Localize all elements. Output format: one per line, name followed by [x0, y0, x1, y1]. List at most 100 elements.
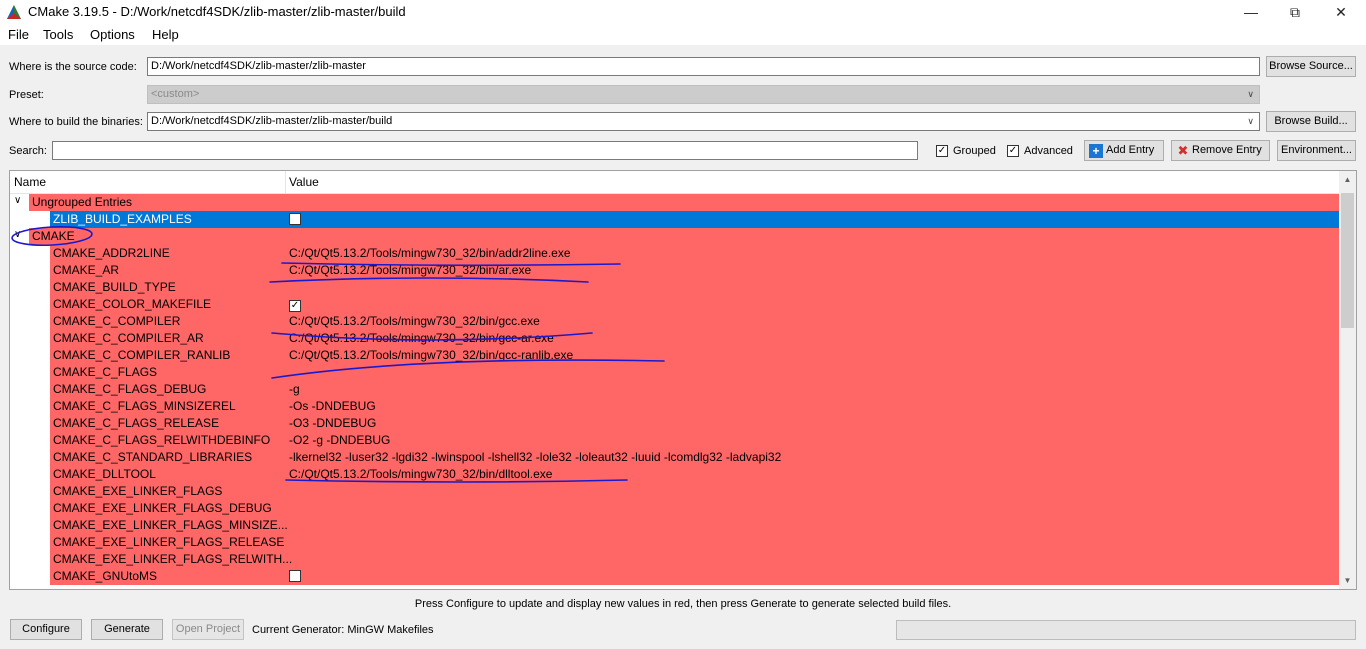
- grouped-checkbox[interactable]: ✓: [936, 145, 948, 157]
- entry-value[interactable]: C:/Qt/Qt5.13.2/Tools/mingw730_32/bin/ar.…: [289, 263, 531, 277]
- minimize-button[interactable]: —: [1228, 0, 1274, 24]
- table-row[interactable]: CMAKE_BUILD_TYPE: [10, 279, 1339, 296]
- menu-options[interactable]: Options: [90, 27, 135, 42]
- table-row[interactable]: CMAKE_C_COMPILER_RANLIB C:/Qt/Qt5.13.2/To…: [10, 347, 1339, 364]
- group-row[interactable]: ∨ CMAKE: [10, 228, 1339, 245]
- restore-button[interactable]: ⧉: [1272, 0, 1318, 24]
- source-path-input[interactable]: D:/Work/netcdf4SDK/zlib-master/zlib-mast…: [147, 57, 1260, 76]
- entry-value-checkbox[interactable]: [289, 212, 301, 228]
- entry-value[interactable]: -lkernel32 -luser32 -lgdi32 -lwinspool -…: [289, 450, 781, 464]
- table-row[interactable]: CMAKE_C_COMPILER C:/Qt/Qt5.13.2/Tools/min…: [10, 313, 1339, 330]
- column-value-header[interactable]: Value: [289, 175, 319, 189]
- entry-name: CMAKE_EXE_LINKER_FLAGS_MINSIZE...: [53, 518, 288, 532]
- column-name-header[interactable]: Name: [14, 175, 46, 189]
- table-row[interactable]: CMAKE_C_FLAGS_RELEASE -O3 -DNDEBUG: [10, 415, 1339, 432]
- browse-build-button[interactable]: Browse Build...: [1266, 111, 1356, 132]
- row-highlight: [50, 568, 1339, 585]
- entry-value-checkbox[interactable]: [289, 569, 301, 585]
- entry-value[interactable]: C:/Qt/Qt5.13.2/Tools/mingw730_32/bin/gcc…: [289, 348, 573, 362]
- generate-button[interactable]: Generate: [91, 619, 163, 640]
- unchecked-checkbox-icon[interactable]: [289, 213, 301, 225]
- preset-value: <custom>: [151, 88, 200, 100]
- status-message: Press Configure to update and display ne…: [414, 598, 952, 610]
- entry-name: ZLIB_BUILD_EXAMPLES: [53, 212, 192, 226]
- table-row[interactable]: CMAKE_EXE_LINKER_FLAGS_MINSIZE...: [10, 517, 1339, 534]
- entry-value[interactable]: C:/Qt/Qt5.13.2/Tools/mingw730_32/bin/gcc…: [289, 314, 540, 328]
- checked-checkbox-icon[interactable]: ✓: [289, 300, 301, 312]
- table-header: Name Value: [10, 171, 1339, 194]
- cmake-logo-icon: [7, 5, 21, 19]
- table-row[interactable]: CMAKE_EXE_LINKER_FLAGS_RELWITH...: [10, 551, 1339, 568]
- preset-label: Preset:: [9, 89, 44, 101]
- entry-value[interactable]: -g: [289, 382, 300, 396]
- grouped-label[interactable]: Grouped: [953, 145, 996, 157]
- table-row[interactable]: CMAKE_C_FLAGS: [10, 364, 1339, 381]
- table-row[interactable]: ZLIB_BUILD_EXAMPLES: [10, 211, 1339, 228]
- environment-button[interactable]: Environment...: [1277, 140, 1356, 161]
- row-highlight: [50, 364, 1339, 381]
- entry-name: CMAKE_C_FLAGS: [53, 365, 158, 379]
- cache-entries-table[interactable]: Name Value ∨ Ungrouped Entries ZLIB_BUILD_…: [9, 170, 1357, 590]
- row-highlight: [29, 194, 1339, 211]
- entry-name: CMAKE_DLLTOOL: [53, 467, 156, 481]
- row-highlight: [50, 483, 1339, 500]
- browse-source-button[interactable]: Browse Source...: [1266, 56, 1356, 77]
- entry-name: CMAKE_C_FLAGS_RELEASE: [53, 416, 220, 430]
- expand-chevron-icon[interactable]: ∨: [14, 229, 21, 240]
- build-path-combo[interactable]: D:/Work/netcdf4SDK/zlib-master/zlib-mast…: [147, 112, 1260, 131]
- entry-name: CMAKE_C_COMPILER: [53, 314, 181, 328]
- entry-value[interactable]: C:/Qt/Qt5.13.2/Tools/mingw730_32/bin/add…: [289, 246, 571, 260]
- search-input[interactable]: [52, 141, 918, 160]
- table-row[interactable]: CMAKE_C_FLAGS_DEBUG -g: [10, 381, 1339, 398]
- table-row[interactable]: CMAKE_C_FLAGS_MINSIZEREL -Os -DNDEBUG: [10, 398, 1339, 415]
- table-row[interactable]: CMAKE_C_FLAGS_RELWITHDEBINFO -O2 -g -DNDE…: [10, 432, 1339, 449]
- group-row[interactable]: ∨ Ungrouped Entries: [10, 194, 1339, 211]
- scroll-up-icon[interactable]: ▲: [1339, 171, 1356, 188]
- menu-bar: File Tools Options Help: [0, 24, 1366, 45]
- remove-entry-button[interactable]: ✖ Remove Entry: [1171, 140, 1270, 161]
- table-row[interactable]: CMAKE_EXE_LINKER_FLAGS: [10, 483, 1339, 500]
- menu-tools[interactable]: Tools: [43, 27, 73, 42]
- group-name: CMAKE: [32, 229, 75, 243]
- advanced-label[interactable]: Advanced: [1024, 145, 1073, 157]
- menu-file[interactable]: File: [8, 27, 29, 42]
- table-row[interactable]: CMAKE_EXE_LINKER_FLAGS_DEBUG: [10, 500, 1339, 517]
- table-row[interactable]: CMAKE_ADDR2LINE C:/Qt/Qt5.13.2/Tools/ming…: [10, 245, 1339, 262]
- row-highlight: [50, 466, 1339, 483]
- table-row[interactable]: CMAKE_C_COMPILER_AR C:/Qt/Qt5.13.2/Tools/…: [10, 330, 1339, 347]
- entry-name: CMAKE_EXE_LINKER_FLAGS_RELWITH...: [53, 552, 293, 566]
- entry-value[interactable]: -O3 -DNDEBUG: [289, 416, 376, 430]
- table-row[interactable]: CMAKE_C_STANDARD_LIBRARIES -lkernel32 -lu…: [10, 449, 1339, 466]
- entry-value-checkbox[interactable]: ✓: [289, 297, 301, 312]
- configure-button[interactable]: Configure: [10, 619, 82, 640]
- row-highlight: [50, 398, 1339, 415]
- scrollbar-thumb[interactable]: [1341, 193, 1354, 328]
- entry-name: CMAKE_BUILD_TYPE: [53, 280, 176, 294]
- entry-value[interactable]: C:/Qt/Qt5.13.2/Tools/mingw730_32/bin/dll…: [289, 467, 552, 481]
- table-row[interactable]: CMAKE_GNUtoMS: [10, 568, 1339, 585]
- table-row[interactable]: CMAKE_DLLTOOL C:/Qt/Qt5.13.2/Tools/mingw7…: [10, 466, 1339, 483]
- table-row[interactable]: CMAKE_COLOR_MAKEFILE ✓: [10, 296, 1339, 313]
- entry-value[interactable]: C:/Qt/Qt5.13.2/Tools/mingw730_32/bin/gcc…: [289, 331, 554, 345]
- table-row[interactable]: CMAKE_AR C:/Qt/Qt5.13.2/Tools/mingw730_32…: [10, 262, 1339, 279]
- row-highlight: [50, 347, 1339, 364]
- entry-name: CMAKE_AR: [53, 263, 120, 277]
- progress-bar: [896, 620, 1356, 640]
- menu-help[interactable]: Help: [152, 27, 179, 42]
- expand-chevron-icon[interactable]: ∨: [14, 195, 21, 206]
- entry-name: CMAKE_COLOR_MAKEFILE: [53, 297, 212, 311]
- table-row[interactable]: CMAKE_EXE_LINKER_FLAGS_RELEASE: [10, 534, 1339, 551]
- table-rows: ∨ Ungrouped Entries ZLIB_BUILD_EXAMPLES ∨ CM…: [10, 194, 1339, 585]
- entry-name: CMAKE_C_FLAGS_DEBUG: [53, 382, 207, 396]
- scroll-down-icon[interactable]: ▼: [1339, 572, 1356, 589]
- chevron-down-icon[interactable]: ∨: [1247, 113, 1254, 130]
- vertical-scrollbar[interactable]: ▲ ▼: [1339, 171, 1356, 589]
- unchecked-checkbox-icon[interactable]: [289, 570, 301, 582]
- add-entry-button[interactable]: + Add Entry: [1084, 140, 1164, 161]
- advanced-checkbox[interactable]: ✓: [1007, 145, 1019, 157]
- close-button[interactable]: ✕: [1318, 0, 1364, 24]
- entry-name: CMAKE_C_COMPILER_AR: [53, 331, 204, 345]
- row-highlight: [50, 296, 1339, 313]
- entry-value[interactable]: -Os -DNDEBUG: [289, 399, 376, 413]
- entry-value[interactable]: -O2 -g -DNDEBUG: [289, 433, 390, 447]
